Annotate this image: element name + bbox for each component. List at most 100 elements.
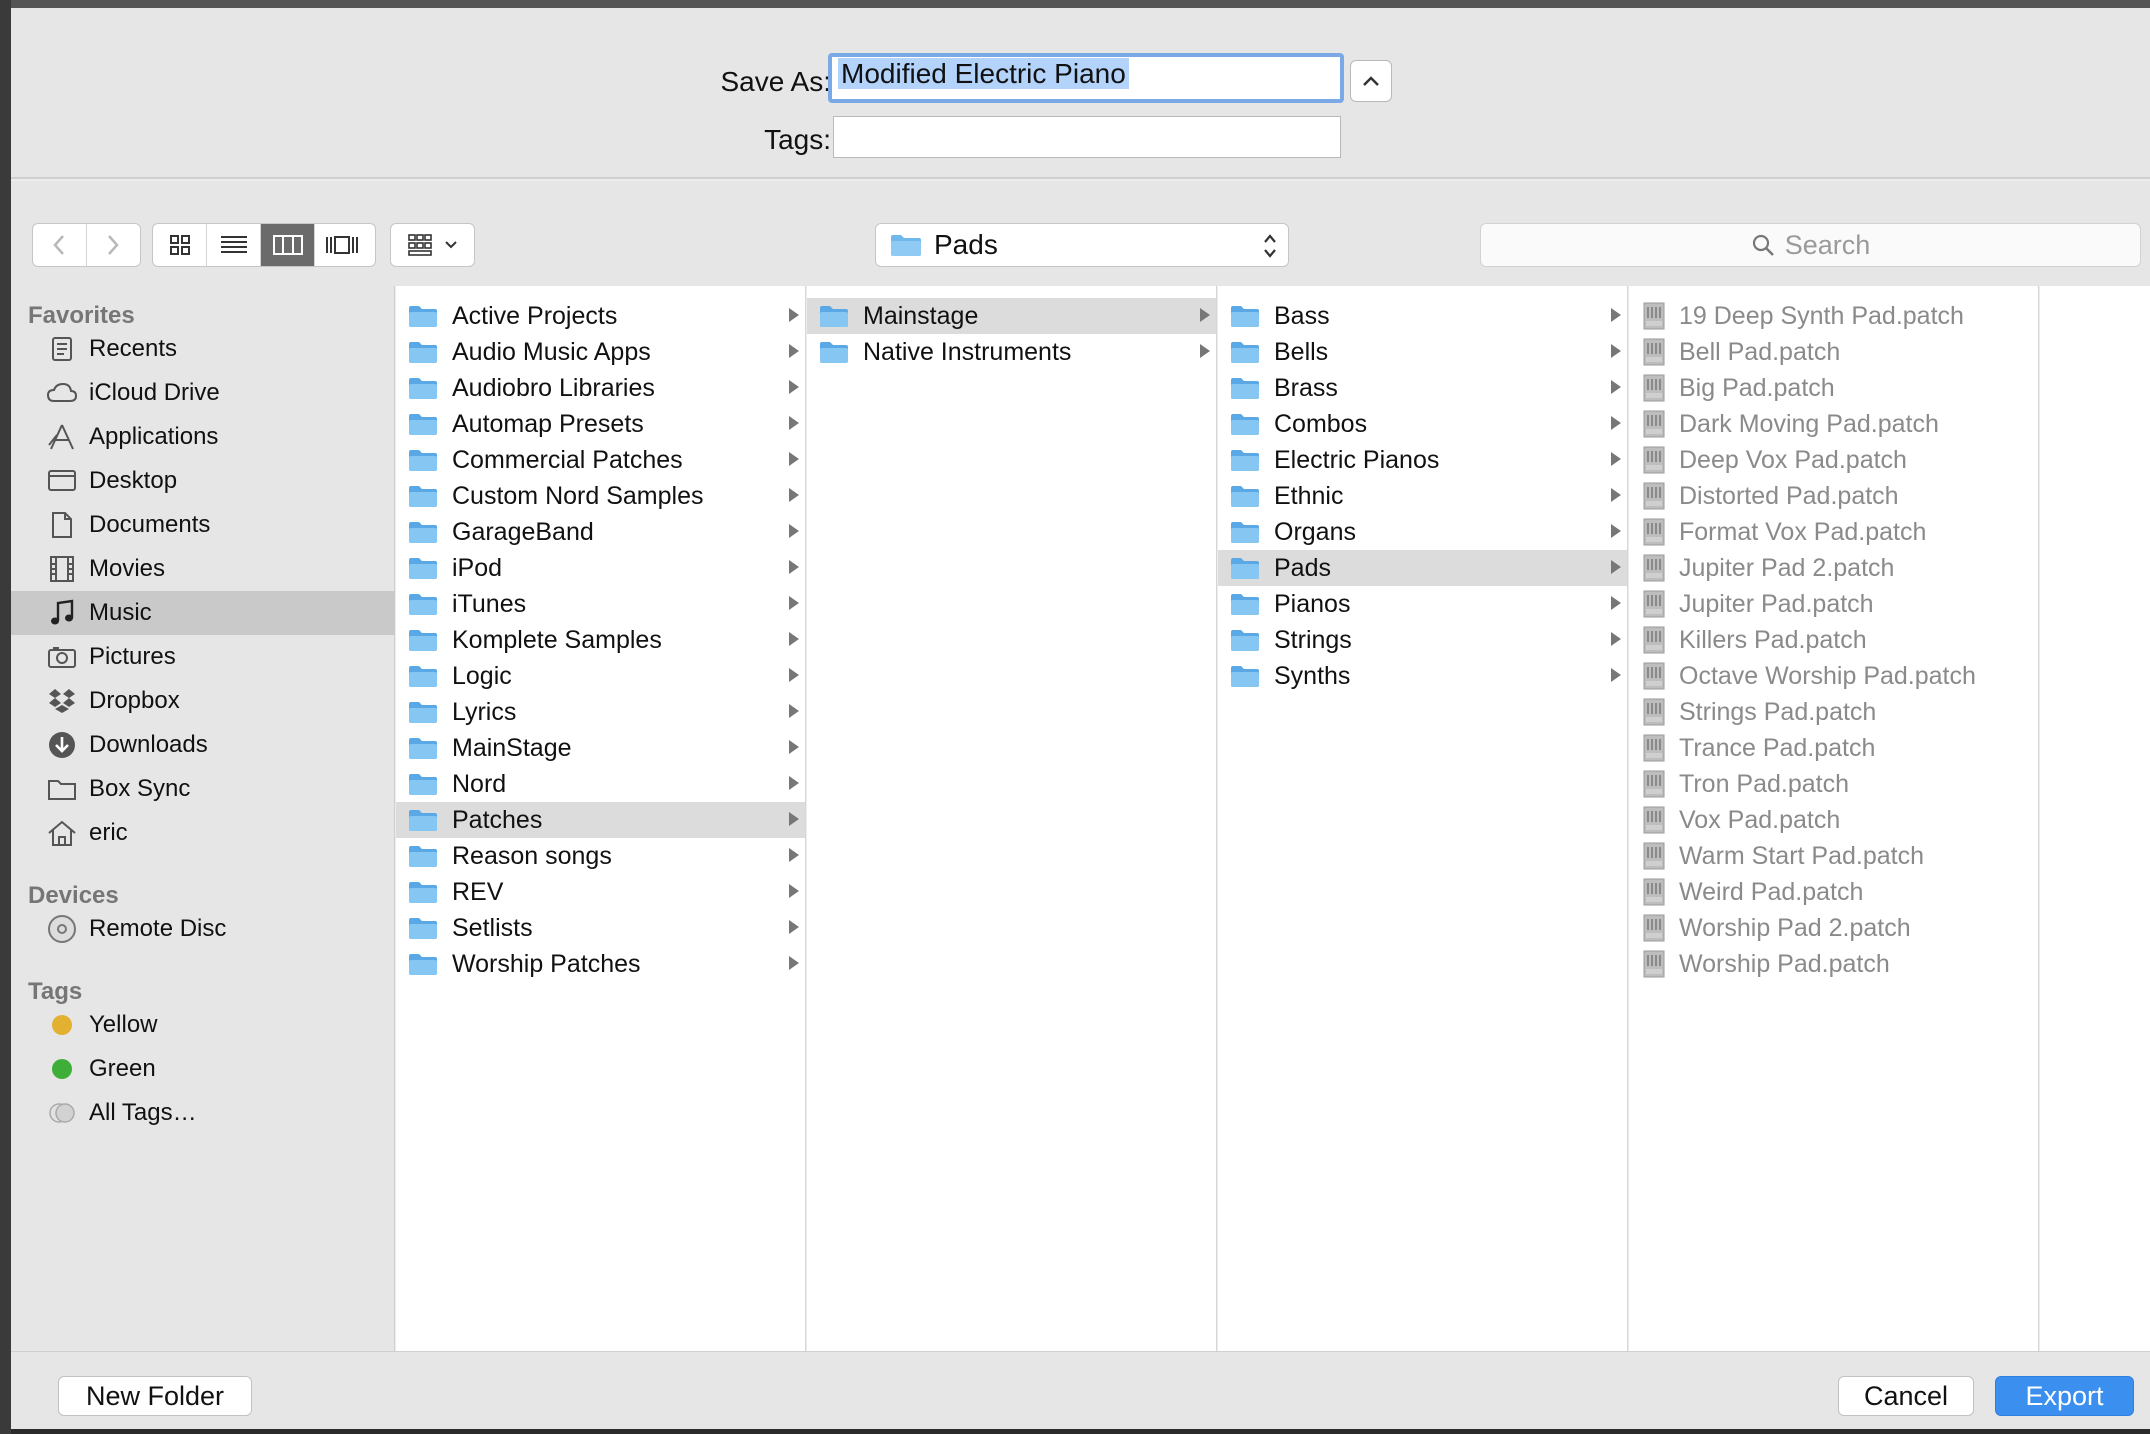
nav-buttons <box>32 223 141 267</box>
row-label: Nord <box>452 769 507 798</box>
file-row[interactable]: Bell Pad.patch <box>1629 334 2038 370</box>
export-button[interactable]: Export <box>1995 1376 2134 1416</box>
folder-row[interactable]: iTunes <box>396 586 805 622</box>
sidebar-item-box-sync[interactable]: Box Sync <box>11 767 395 811</box>
folder-row[interactable]: GarageBand <box>396 514 805 550</box>
file-row[interactable]: Killers Pad.patch <box>1629 622 2038 658</box>
folder-row[interactable]: Pads <box>1218 550 1627 586</box>
arrange-popup[interactable] <box>391 224 474 266</box>
sidebar-item-eric[interactable]: eric <box>11 811 395 855</box>
new-folder-button[interactable]: New Folder <box>58 1376 252 1416</box>
search-field[interactable]: Search <box>1480 223 2141 267</box>
tags-input[interactable] <box>833 116 1341 158</box>
sidebar-item-all-tags[interactable]: All Tags… <box>11 1091 395 1135</box>
icon-view-button[interactable] <box>153 224 207 266</box>
file-row[interactable]: Dark Moving Pad.patch <box>1629 406 2038 442</box>
file-row[interactable]: Weird Pad.patch <box>1629 874 2038 910</box>
folder-row[interactable]: Organs <box>1218 514 1627 550</box>
sidebar-item-recents[interactable]: Recents <box>11 327 395 371</box>
row-label: Brass <box>1274 373 1338 402</box>
sidebar-item-desktop[interactable]: Desktop <box>11 459 395 503</box>
file-row[interactable]: Octave Worship Pad.patch <box>1629 658 2038 694</box>
folder-row[interactable]: Mainstage <box>807 298 1216 334</box>
cover-flow-button[interactable] <box>315 224 369 266</box>
row-label: GarageBand <box>452 517 594 546</box>
folder-row[interactable]: Audio Music Apps <box>396 334 805 370</box>
folder-row[interactable]: Automap Presets <box>396 406 805 442</box>
folder-row[interactable]: Combos <box>1218 406 1627 442</box>
sidebar-item-tag-green[interactable]: Green <box>11 1047 395 1091</box>
folder-row[interactable]: REV <box>396 874 805 910</box>
folder-row[interactable]: Native Instruments <box>807 334 1216 370</box>
file-row[interactable]: Warm Start Pad.patch <box>1629 838 2038 874</box>
folder-row[interactable]: Active Projects <box>396 298 805 334</box>
folder-row[interactable]: Custom Nord Samples <box>396 478 805 514</box>
collapse-dialog-button[interactable] <box>1350 60 1392 102</box>
file-row[interactable]: Deep Vox Pad.patch <box>1629 442 2038 478</box>
sidebar-item-applications[interactable]: Applications <box>11 415 395 459</box>
list-view-button[interactable] <box>207 224 261 266</box>
folder-row[interactable]: Commercial Patches <box>396 442 805 478</box>
row-label: Jupiter Pad.patch <box>1679 589 1874 618</box>
folder-row[interactable]: Synths <box>1218 658 1627 694</box>
tags-label: Tags: <box>764 124 831 155</box>
disc-icon <box>45 912 79 946</box>
folder-row[interactable]: Lyrics <box>396 694 805 730</box>
disclosure-arrow-icon <box>789 956 799 970</box>
forward-button[interactable] <box>87 224 141 266</box>
folder-row[interactable]: Logic <box>396 658 805 694</box>
folder-row[interactable]: Komplete Samples <box>396 622 805 658</box>
folder-icon <box>1231 522 1259 543</box>
column-view-button[interactable] <box>261 224 315 266</box>
file-row[interactable]: Big Pad.patch <box>1629 370 2038 406</box>
sidebar-item-tag-yellow[interactable]: Yellow <box>11 1003 395 1047</box>
save-as-label: Save As: <box>720 66 831 97</box>
sidebar-item-music[interactable]: Music <box>11 591 395 635</box>
folder-row[interactable]: Pianos <box>1218 586 1627 622</box>
folder-row[interactable]: iPod <box>396 550 805 586</box>
sidebar-item-pictures[interactable]: Pictures <box>11 635 395 679</box>
sidebar-item-downloads[interactable]: Downloads <box>11 723 395 767</box>
file-row[interactable]: Vox Pad.patch <box>1629 802 2038 838</box>
folder-row[interactable]: Brass <box>1218 370 1627 406</box>
sidebar-item-remote-disc[interactable]: Remote Disc <box>11 907 395 951</box>
arrange-button[interactable] <box>390 223 475 267</box>
dialog-footer: New Folder Cancel Export <box>11 1351 2150 1429</box>
sidebar-item-documents[interactable]: Documents <box>11 503 395 547</box>
folder-row[interactable]: Electric Pianos <box>1218 442 1627 478</box>
folder-row[interactable]: Bass <box>1218 298 1627 334</box>
folder-row[interactable]: Worship Patches <box>396 946 805 982</box>
sidebar-item-movies[interactable]: Movies <box>11 547 395 591</box>
row-label: Worship Patches <box>452 949 641 978</box>
folder-row[interactable]: Ethnic <box>1218 478 1627 514</box>
back-button[interactable] <box>33 224 87 266</box>
folder-row[interactable]: Patches <box>396 802 805 838</box>
file-row[interactable]: Jupiter Pad 2.patch <box>1629 550 2038 586</box>
folder-icon <box>45 772 79 806</box>
sidebar-item-dropbox[interactable]: Dropbox <box>11 679 395 723</box>
sidebar-item-icloud-drive[interactable]: iCloud Drive <box>11 371 395 415</box>
file-row[interactable]: Jupiter Pad.patch <box>1629 586 2038 622</box>
file-row[interactable]: Distorted Pad.patch <box>1629 478 2038 514</box>
folder-row[interactable]: MainStage <box>396 730 805 766</box>
folder-row[interactable]: Bells <box>1218 334 1627 370</box>
folder-row[interactable]: Audiobro Libraries <box>396 370 805 406</box>
file-row[interactable]: Trance Pad.patch <box>1629 730 2038 766</box>
file-row[interactable]: Format Vox Pad.patch <box>1629 514 2038 550</box>
folder-row[interactable]: Setlists <box>396 910 805 946</box>
cancel-button[interactable]: Cancel <box>1838 1376 1974 1416</box>
file-row[interactable]: Strings Pad.patch <box>1629 694 2038 730</box>
file-row[interactable]: Worship Pad.patch <box>1629 946 2038 982</box>
folder-row[interactable]: Nord <box>396 766 805 802</box>
folder-icon <box>1231 558 1259 579</box>
row-label: Strings <box>1274 625 1352 654</box>
folder-row[interactable]: Reason songs <box>396 838 805 874</box>
file-row[interactable]: 19 Deep Synth Pad.patch <box>1629 298 2038 334</box>
file-row[interactable]: Worship Pad 2.patch <box>1629 910 2038 946</box>
file-row[interactable]: Tron Pad.patch <box>1629 766 2038 802</box>
folder-icon <box>409 378 437 399</box>
path-popup[interactable]: Pads <box>875 223 1289 267</box>
save-as-input[interactable]: Modified Electric Piano <box>828 53 1344 103</box>
folder-row[interactable]: Strings <box>1218 622 1627 658</box>
folder-icon <box>1231 306 1259 327</box>
